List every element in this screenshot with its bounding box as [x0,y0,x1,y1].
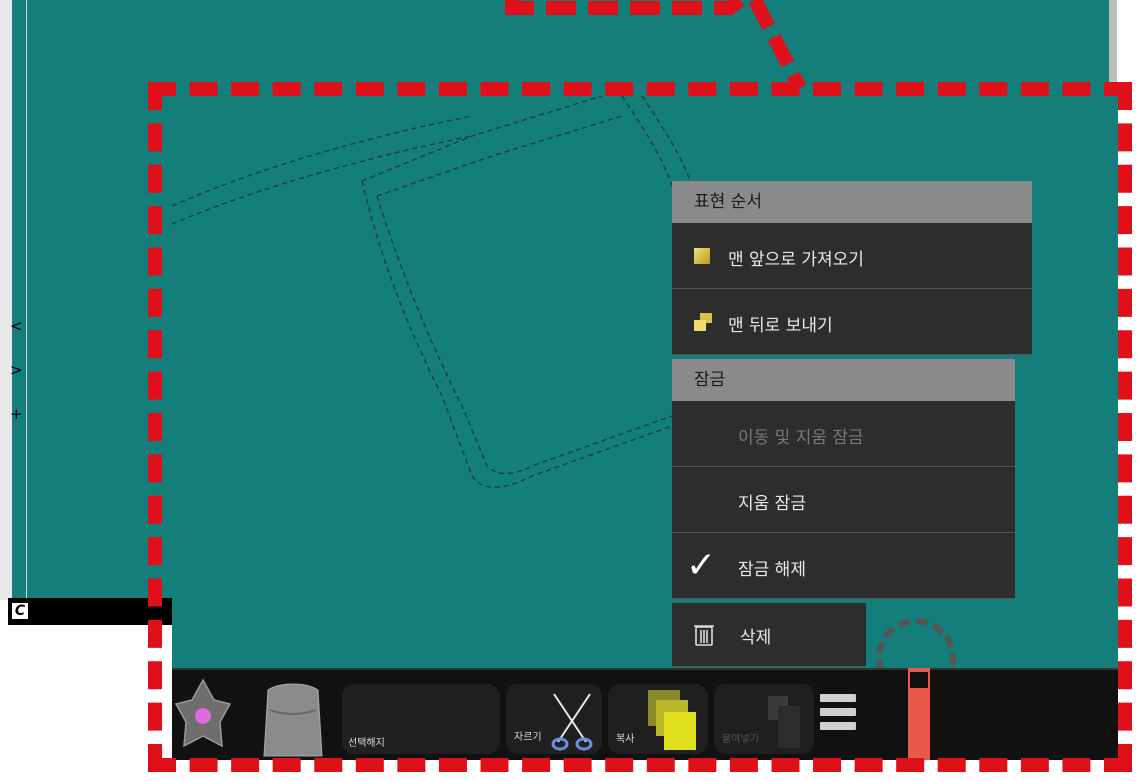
scissors-icon [546,690,598,756]
add-page-button[interactable]: + [10,406,23,422]
check-icon: ✓ [686,545,717,586]
lock-move-erase-item[interactable]: 이동 및 지움 잠금 [672,401,1015,467]
paste-button[interactable]: 붙여넣기 [714,684,814,754]
left-gutter [0,0,12,600]
lock-move-erase-label: 이동 및 지움 잠금 [738,428,864,448]
hamburger-icon[interactable] [820,694,856,736]
copy-label: 복사 [616,734,635,745]
copy-button[interactable]: 복사 [608,684,708,754]
trash-icon [692,621,716,652]
left-side-panel [0,0,27,600]
copy-icon [644,688,700,756]
eraser-icon[interactable] [260,680,326,762]
slider-knob[interactable] [908,670,930,690]
paste-icon [764,692,804,756]
send-back-label: 맨 뒤로 보내기 [728,316,833,336]
square-icon [694,248,710,264]
delete-label: 삭제 [740,628,772,648]
send-back-item[interactable]: 맨 뒤로 보내기 [672,289,1032,355]
lock-erase-item[interactable]: 지움 잠금 [672,467,1015,533]
page-slider[interactable] [908,668,930,760]
deselect-label: 선택해지 [348,738,385,749]
unlock-label: 잠금 해제 [738,560,806,580]
order-header: 표현 순서 [672,181,1032,223]
prev-page-button[interactable]: < [10,318,23,334]
cut-label: 자르기 [514,732,542,743]
bottom-toolbar: 선택해지 자르기 복사 붙여넣기 [172,668,1118,760]
layer-back-icon [694,313,712,331]
corner-c-icon[interactable]: C [10,601,30,621]
lock-header: 잠금 [672,359,1015,401]
cut-button[interactable]: 자르기 [506,684,602,754]
callout-pointer [505,0,807,92]
lock-erase-label: 지움 잠금 [738,494,806,514]
bring-front-label: 맨 앞으로 가져오기 [728,250,864,270]
bring-front-item[interactable]: 맨 앞으로 가져오기 [672,223,1032,289]
paste-label: 붙여넣기 [722,734,759,745]
delete-item[interactable]: 삭제 [672,603,866,667]
background-status-bar [8,598,173,625]
star-pen-icon[interactable] [174,678,232,752]
deselect-button[interactable]: 선택해지 [342,684,500,754]
next-page-button[interactable]: > [10,362,23,378]
unlock-item[interactable]: ✓ 잠금 해제 [672,533,1015,599]
